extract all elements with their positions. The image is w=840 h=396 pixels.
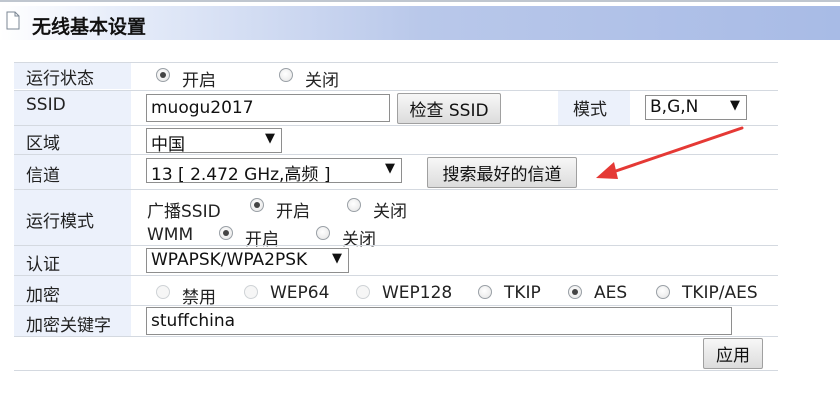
apply-button[interactable]: 应用 — [703, 338, 763, 369]
row-divider — [14, 370, 778, 371]
ssid-label: SSID — [26, 95, 66, 115]
broadcast-on-radio[interactable] — [250, 198, 264, 212]
mode-select[interactable]: B,G,N ▼ — [645, 95, 747, 120]
triangle-down-icon: ▼ — [730, 98, 740, 113]
auth-select-value: WPAPSK/WPA2PSK — [151, 250, 308, 270]
channel-select[interactable]: 13 [ 2.472 GHz,高频 ] ▼ — [146, 158, 402, 185]
encryption-key-input[interactable] — [146, 307, 732, 335]
page-title: 无线基本设置 — [32, 16, 147, 38]
broadcast-off-radio[interactable] — [347, 198, 361, 212]
region-select[interactable]: 中国 ▼ — [146, 128, 282, 155]
encryption-disabled-radio[interactable] — [156, 285, 170, 299]
wmm-label: WMM — [147, 225, 194, 245]
row-divider — [14, 336, 778, 337]
channel-select-value: 13 [ 2.472 GHz,高频 ] — [151, 165, 331, 185]
document-icon — [6, 11, 20, 30]
mode-select-value: B,G,N — [650, 97, 699, 117]
ssid-input[interactable] — [146, 94, 390, 122]
encryption-option-label: TKIP/AES — [682, 283, 758, 303]
triangle-down-icon: ▼ — [385, 161, 395, 176]
encryption-option-label: WEP128 — [382, 283, 453, 303]
broadcast-off-label: 关闭 — [373, 202, 407, 222]
encryption-option-label: TKIP — [504, 283, 541, 303]
wmm-on-radio[interactable] — [219, 226, 233, 240]
status-on-label: 开启 — [182, 71, 216, 91]
status-off-radio[interactable] — [279, 68, 293, 82]
encryption-wep128-radio[interactable] — [356, 285, 370, 299]
broadcast-ssid-label: 广播SSID — [147, 202, 221, 222]
encryption-label: 加密 — [26, 286, 60, 306]
wmm-on-label: 开启 — [245, 230, 279, 250]
title-bar: 无线基本设置 — [0, 6, 840, 40]
check-ssid-button[interactable]: 检查 SSID — [397, 93, 501, 124]
broadcast-on-label: 开启 — [276, 202, 310, 222]
top-border — [0, 0, 840, 2]
region-select-value: 中国 — [151, 135, 185, 155]
status-on-radio[interactable] — [156, 68, 170, 82]
encryption-aes-radio[interactable] — [568, 285, 582, 299]
channel-label: 信道 — [26, 166, 60, 186]
region-label: 区域 — [26, 134, 60, 154]
status-off-label: 关闭 — [305, 71, 339, 91]
encryption-tkip-radio[interactable] — [478, 285, 492, 299]
annotation-arrow — [596, 126, 744, 179]
status-label: 运行状态 — [26, 69, 94, 89]
run-mode-label: 运行模式 — [26, 212, 94, 232]
auth-select[interactable]: WPAPSK/WPA2PSK ▼ — [146, 248, 349, 273]
triangle-down-icon: ▼ — [265, 131, 275, 146]
triangle-down-icon: ▼ — [332, 251, 342, 266]
encryption-option-label: WEP64 — [270, 283, 330, 303]
encryption-wep64-radio[interactable] — [244, 285, 258, 299]
auth-label: 认证 — [26, 255, 60, 275]
mode-label: 模式 — [573, 100, 607, 120]
wmm-off-radio[interactable] — [316, 226, 330, 240]
wmm-off-label: 关闭 — [342, 230, 376, 250]
find-best-channel-button[interactable]: 搜索最好的信道 — [427, 157, 577, 188]
key-label: 加密关键字 — [26, 316, 111, 336]
encryption-tkip-aes-radio[interactable] — [656, 285, 670, 299]
encryption-option-label: AES — [594, 283, 628, 303]
